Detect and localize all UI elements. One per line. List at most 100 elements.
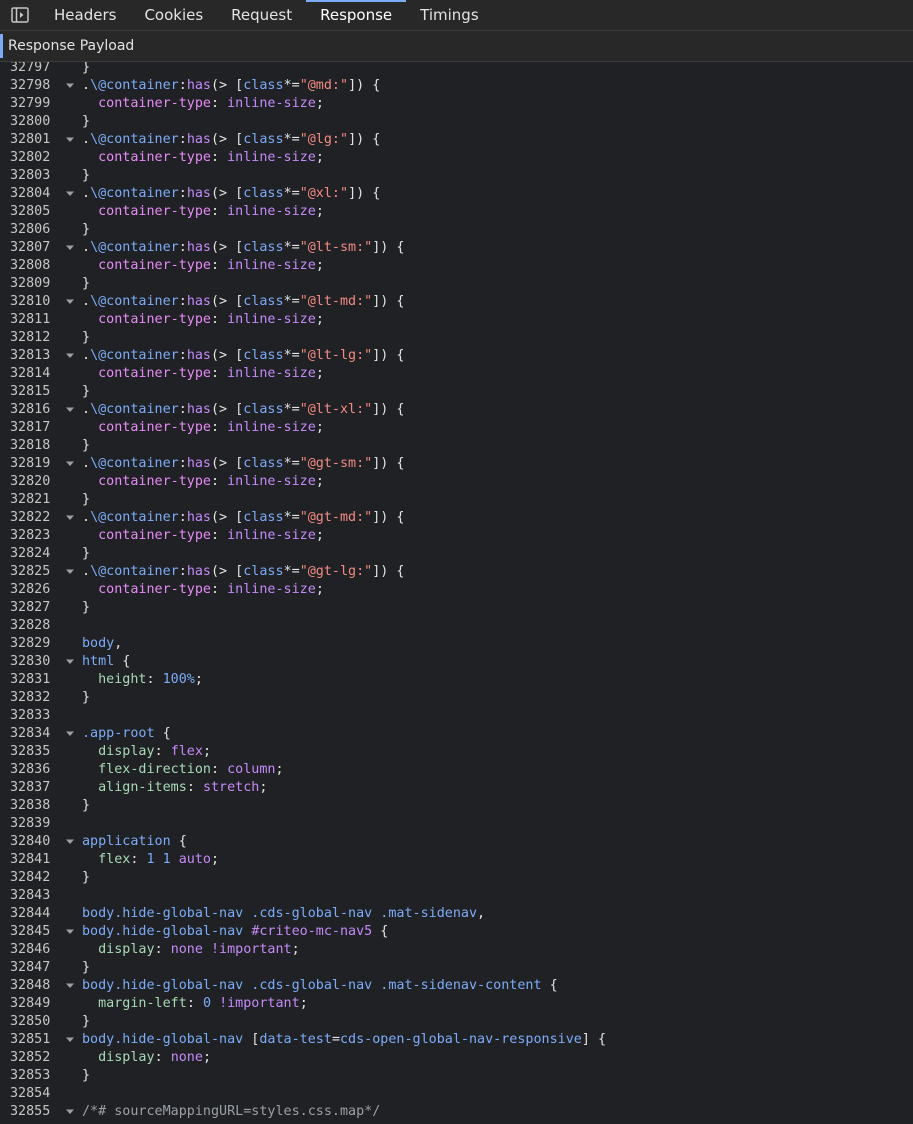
tab-request[interactable]: Request xyxy=(217,0,306,30)
fold-chevron-icon[interactable] xyxy=(58,509,82,527)
code-token: ; xyxy=(315,528,324,543)
response-code-viewer[interactable]: 32797} 32798 .\@container:has(> [class*="@… xyxy=(0,62,913,1124)
line-number: 32833 xyxy=(10,708,51,723)
code-token: height xyxy=(98,672,147,687)
code-text: .app-root { xyxy=(82,725,171,743)
tab-cookies[interactable]: Cookies xyxy=(130,0,217,30)
fold-chevron-icon[interactable] xyxy=(58,77,82,95)
code-token: . xyxy=(82,402,91,417)
line-number: 32804 xyxy=(10,186,51,201)
code-line: 32825 .\@container:has(> [class*="@gt-lg:… xyxy=(0,563,913,581)
code-text: } xyxy=(82,599,90,617)
fold-gutter xyxy=(58,761,82,779)
code-token: . xyxy=(82,78,91,93)
code-token: : xyxy=(178,78,187,93)
fold-gutter xyxy=(58,527,82,545)
code-line: 32827} xyxy=(0,599,913,617)
code-text: container-type: inline-size; xyxy=(82,527,324,545)
code-line: 32804 .\@container:has(> [class*="@xl:"])… xyxy=(0,185,913,203)
fold-chevron-icon[interactable] xyxy=(58,131,82,149)
fold-gutter xyxy=(58,707,82,725)
code-text: } xyxy=(82,959,90,977)
line-number: 32834 xyxy=(10,726,51,741)
code-token: : xyxy=(211,150,228,165)
code-token: inline-size xyxy=(227,258,316,273)
line-number: 32855 xyxy=(10,1104,51,1119)
fold-chevron-icon[interactable] xyxy=(58,563,82,581)
code-line: 32802 container-type: inline-size; xyxy=(0,149,913,167)
code-token: "@md:" xyxy=(299,78,349,93)
code-token: . xyxy=(82,456,91,471)
code-token: : xyxy=(178,510,187,525)
line-number: 32806 xyxy=(10,222,51,237)
fold-gutter xyxy=(58,545,82,563)
fold-chevron-icon[interactable] xyxy=(58,185,82,203)
fold-chevron-icon[interactable] xyxy=(58,923,82,941)
code-line: 32855 /*# sourceMappingURL=styles.css.map… xyxy=(0,1103,913,1121)
code-line: 32833 xyxy=(0,707,913,725)
code-token: : xyxy=(178,348,187,363)
fold-gutter xyxy=(58,869,82,887)
code-line: 32799 container-type: inline-size; xyxy=(0,95,913,113)
tab-request-label: Request xyxy=(231,6,293,24)
fold-chevron-icon[interactable] xyxy=(58,401,82,419)
code-token: (> [ xyxy=(211,186,244,201)
code-token: class xyxy=(243,186,284,201)
tab-timings[interactable]: Timings xyxy=(406,0,493,30)
fold-chevron-icon[interactable] xyxy=(58,455,82,473)
code-line: 32817 container-type: inline-size; xyxy=(0,419,913,437)
code-token: has xyxy=(186,78,211,93)
code-token: "@lt-lg:" xyxy=(299,348,373,363)
toggle-sidebar-icon[interactable] xyxy=(0,0,40,30)
code-token: (> [ xyxy=(211,510,244,525)
fold-gutter xyxy=(58,599,82,617)
fold-chevron-icon[interactable] xyxy=(58,725,82,743)
code-token: "@xl:" xyxy=(299,186,349,201)
fold-chevron-icon[interactable] xyxy=(58,239,82,257)
code-line: 32809} xyxy=(0,275,913,293)
code-token: has xyxy=(186,186,211,201)
fold-chevron-icon[interactable] xyxy=(58,833,82,851)
code-token: class xyxy=(243,456,284,471)
fold-chevron-icon[interactable] xyxy=(58,1103,82,1121)
code-text: } xyxy=(82,491,90,509)
code-token: has xyxy=(186,456,211,471)
fold-gutter xyxy=(58,311,82,329)
fold-chevron-icon[interactable] xyxy=(58,1031,82,1049)
code-text: container-type: inline-size; xyxy=(82,203,324,221)
fold-gutter xyxy=(58,203,82,221)
code-token: ; xyxy=(202,744,211,759)
code-text: container-type: inline-size; xyxy=(82,149,324,167)
tab-response[interactable]: Response xyxy=(306,0,407,30)
code-line: 32846 display: none !important; xyxy=(0,941,913,959)
code-token: body.hide-global-nav xyxy=(82,924,252,939)
code-line: 32850} xyxy=(0,1013,913,1031)
code-token: ] { xyxy=(581,1032,607,1047)
code-token: (> [ xyxy=(211,240,244,255)
code-token: #criteo-mc-nav5 xyxy=(251,924,373,939)
fold-chevron-icon[interactable] xyxy=(58,653,82,671)
fold-chevron-icon[interactable] xyxy=(58,293,82,311)
code-line: 32819 .\@container:has(> [class*="@gt-sm:… xyxy=(0,455,913,473)
line-number: 32852 xyxy=(10,1050,51,1065)
fold-gutter xyxy=(58,635,82,653)
line-number: 32813 xyxy=(10,348,51,363)
code-text: .\@container:has(> [class*="@xl:"]) { xyxy=(82,185,380,203)
fold-gutter xyxy=(58,581,82,599)
code-line: 32823 container-type: inline-size; xyxy=(0,527,913,545)
code-token: ]) { xyxy=(372,240,405,255)
code-token: ; xyxy=(315,366,324,381)
fold-chevron-icon[interactable] xyxy=(58,347,82,365)
code-text: body.hide-global-nav [data-test=cds-open… xyxy=(82,1031,606,1049)
code-token: { xyxy=(541,978,558,993)
line-number: 32828 xyxy=(10,618,51,633)
line-number: 32826 xyxy=(10,582,51,597)
code-line: 32815} xyxy=(0,383,913,401)
code-token: display xyxy=(98,1050,155,1065)
fold-chevron-icon[interactable] xyxy=(58,977,82,995)
code-text: container-type: inline-size; xyxy=(82,419,324,437)
tab-headers[interactable]: Headers xyxy=(40,0,130,30)
